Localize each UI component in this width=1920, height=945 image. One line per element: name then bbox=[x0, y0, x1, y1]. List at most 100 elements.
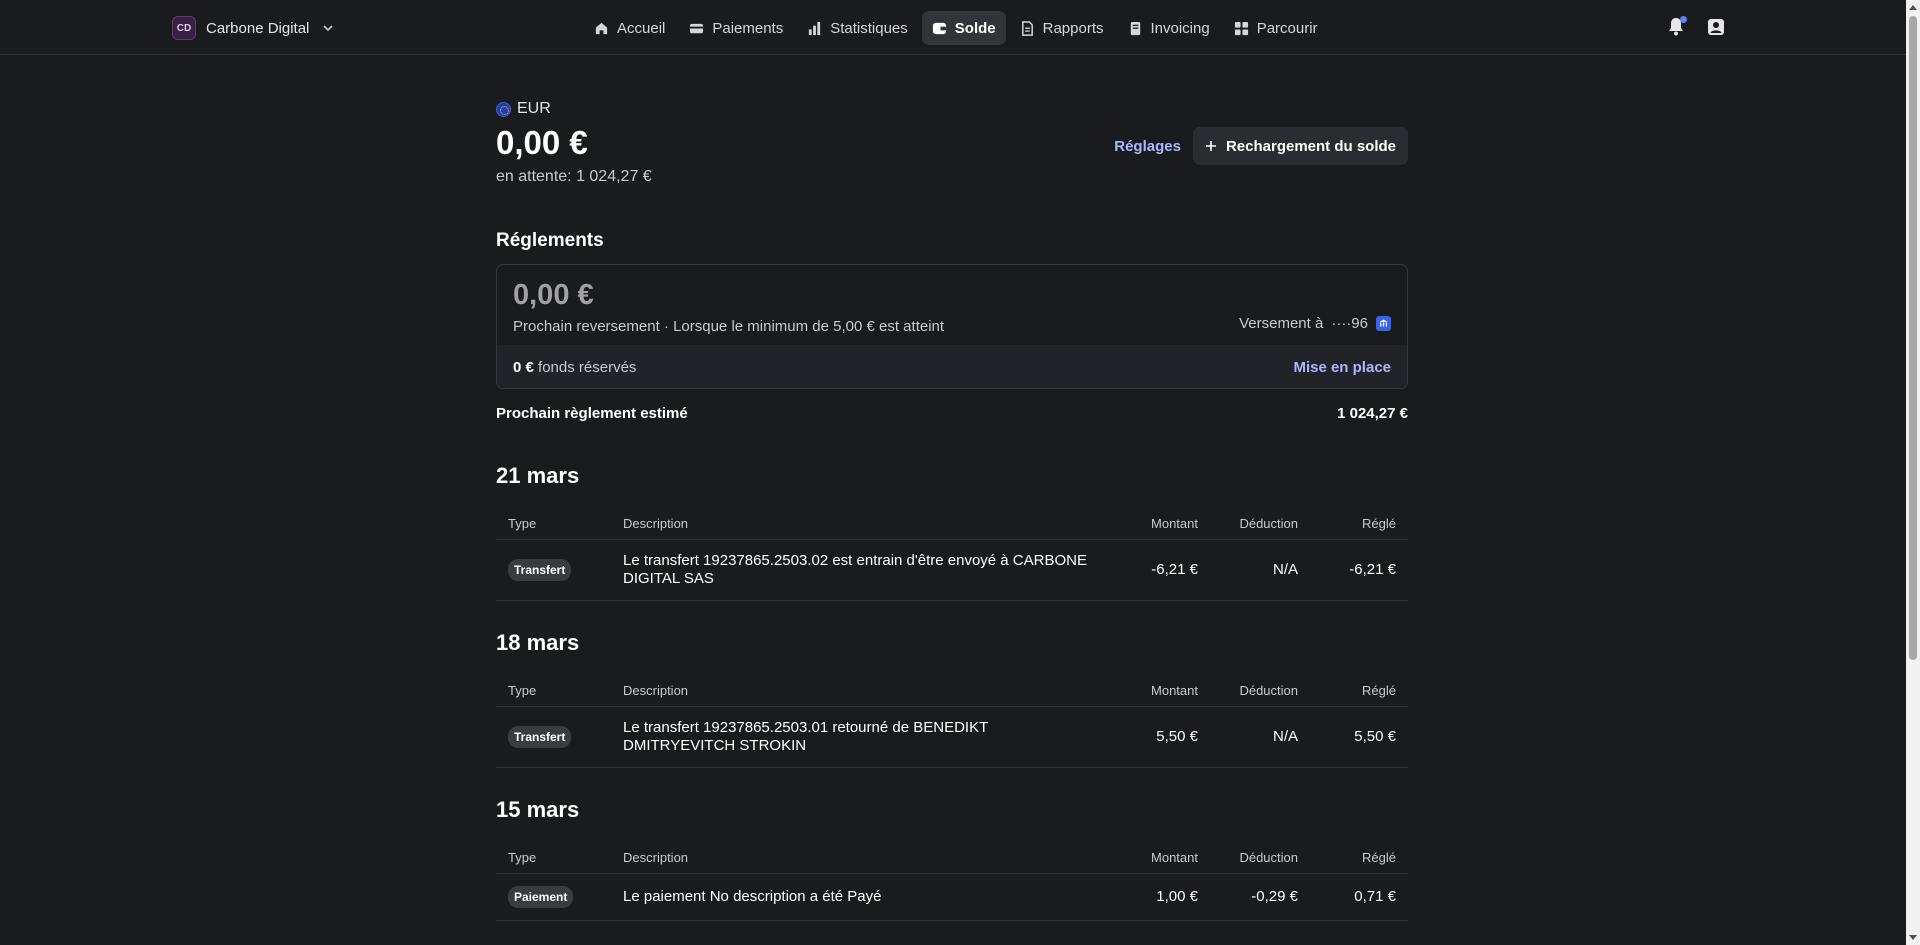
transaction-amount: 1,00 € bbox=[1111, 873, 1210, 921]
main-nav: Accueil Paiements Statistiques Solde Rap… bbox=[584, 11, 1328, 45]
scrollbar-thumb[interactable] bbox=[1909, 16, 1917, 660]
day-title: 18 mars bbox=[496, 630, 580, 655]
account-switcher[interactable]: CD Carbone Digital bbox=[172, 15, 333, 41]
nav-label: Rapports bbox=[1042, 19, 1104, 37]
bar-chart-icon bbox=[809, 21, 821, 35]
nav-item-invoicing[interactable]: Invoicing bbox=[1118, 11, 1220, 45]
transactions-table: Type Description Montant Déduction Réglé… bbox=[496, 676, 1408, 768]
reserved-funds-row: 0 € fonds réservés Mise en place bbox=[497, 345, 1407, 388]
account-avatar: CD bbox=[172, 16, 196, 40]
top-right-actions bbox=[1667, 16, 1725, 38]
column-header-type: Type bbox=[496, 509, 611, 540]
settings-link[interactable]: Réglages bbox=[1114, 138, 1181, 155]
wallet-icon bbox=[932, 22, 946, 34]
estimate-label: Prochain règlement estimé bbox=[496, 405, 688, 422]
reserved-amount: 0 € bbox=[513, 358, 534, 376]
transaction-deduction: -0,29 € bbox=[1210, 873, 1310, 921]
nav-label: Accueil bbox=[617, 19, 666, 37]
payout-to-label: Versement à bbox=[1239, 315, 1324, 332]
scroll-up-arrow-icon[interactable] bbox=[1909, 5, 1917, 10]
nav-item-statistiques[interactable]: Statistiques bbox=[797, 11, 918, 45]
day-title: 15 mars bbox=[496, 797, 580, 822]
payout-destination: Versement à ····96 bbox=[1239, 315, 1391, 332]
document-icon bbox=[1021, 20, 1033, 36]
payout-amount: 0,00 € bbox=[513, 279, 594, 311]
column-header-settled: Réglé bbox=[1310, 509, 1408, 540]
day-group: 18 mars Type Description Montant Déducti… bbox=[496, 630, 1408, 768]
column-header-description: Description bbox=[611, 843, 1111, 874]
notification-dot bbox=[1680, 16, 1687, 23]
type-badge: Transfert bbox=[508, 558, 572, 581]
payout-card: 0,00 € Prochain reversement · Lorsque le… bbox=[496, 264, 1408, 389]
user-profile-icon[interactable] bbox=[1707, 18, 1725, 36]
bank-icon bbox=[1376, 316, 1391, 331]
nav-label: Invoicing bbox=[1150, 19, 1210, 37]
transaction-deduction: N/A bbox=[1210, 706, 1310, 768]
transaction-amount: 5,50 € bbox=[1111, 706, 1210, 768]
currency-code: EUR bbox=[517, 100, 551, 117]
type-badge: Transfert bbox=[508, 725, 572, 748]
column-header-description: Description bbox=[611, 509, 1111, 540]
home-icon bbox=[595, 22, 608, 34]
top-navigation-bar: CD Carbone Digital Accueil Paiements Sta… bbox=[0, 0, 1906, 55]
transactions-table: Type Description Montant Déduction Réglé… bbox=[496, 509, 1408, 601]
reserved-funds: 0 € fonds réservés bbox=[513, 359, 636, 376]
column-header-deduction: Déduction bbox=[1210, 509, 1310, 540]
nav-item-solde[interactable]: Solde bbox=[921, 11, 1006, 45]
nav-item-paiements[interactable]: Paiements bbox=[679, 11, 793, 45]
estimate-value: 1 024,27 € bbox=[1337, 405, 1408, 422]
pending-amount: en attente: 1 024,27 € bbox=[496, 168, 652, 185]
nav-item-rapports[interactable]: Rapports bbox=[1010, 11, 1114, 45]
reglements-title: Réglements bbox=[496, 230, 604, 251]
nav-label: Paiements bbox=[712, 19, 784, 37]
nav-label: Statistiques bbox=[830, 19, 908, 37]
type-badge: Paiement bbox=[508, 885, 574, 908]
table-row[interactable]: Paiement Le paiement No description a ét… bbox=[496, 873, 1408, 921]
currency-label: EUR bbox=[496, 100, 1408, 118]
payments-icon bbox=[690, 23, 704, 33]
column-header-description: Description bbox=[611, 676, 1111, 707]
day-group: 15 mars Type Description Montant Déducti… bbox=[496, 797, 1408, 921]
invoice-icon bbox=[1130, 21, 1140, 35]
column-header-deduction: Déduction bbox=[1210, 676, 1310, 707]
grid-icon bbox=[1234, 21, 1248, 35]
transaction-settled: 0,71 € bbox=[1310, 873, 1408, 921]
column-header-settled: Réglé bbox=[1310, 676, 1408, 707]
vertical-scrollbar[interactable] bbox=[1906, 0, 1920, 945]
scroll-down-arrow-icon[interactable] bbox=[1909, 935, 1917, 940]
day-title: 21 mars bbox=[496, 463, 580, 488]
table-row[interactable]: Transfert Le transfert 19237865.2503.01 … bbox=[496, 706, 1408, 768]
column-header-amount: Montant bbox=[1111, 676, 1210, 707]
balance-actions: Réglages Rechargement du solde bbox=[1114, 127, 1408, 165]
transaction-description: Le transfert 19237865.2503.01 retourné d… bbox=[623, 718, 988, 754]
transaction-amount: -6,21 € bbox=[1111, 539, 1210, 601]
nav-label: Solde bbox=[954, 19, 996, 37]
eu-flag-icon bbox=[496, 101, 511, 117]
column-header-amount: Montant bbox=[1111, 843, 1210, 874]
column-header-type: Type bbox=[496, 843, 611, 874]
topup-balance-button[interactable]: Rechargement du solde bbox=[1192, 127, 1408, 165]
table-row[interactable]: Transfert Le transfert 19237865.2503.02 … bbox=[496, 539, 1408, 601]
column-header-deduction: Déduction bbox=[1210, 843, 1310, 874]
nav-item-accueil[interactable]: Accueil bbox=[584, 11, 675, 45]
transaction-description: Le paiement No description a été Payé bbox=[623, 887, 882, 905]
account-name: Carbone Digital bbox=[206, 19, 310, 37]
transaction-settled: -6,21 € bbox=[1310, 539, 1408, 601]
notifications-button[interactable] bbox=[1667, 16, 1687, 38]
next-settlement-estimate: Prochain règlement estimé 1 024,27 € bbox=[496, 405, 1408, 422]
column-header-type: Type bbox=[496, 676, 611, 707]
column-header-amount: Montant bbox=[1111, 509, 1210, 540]
topup-label: Rechargement du solde bbox=[1225, 137, 1396, 155]
transactions-table: Type Description Montant Déduction Réglé… bbox=[496, 843, 1408, 921]
plus-icon bbox=[1205, 141, 1216, 151]
transaction-settled: 5,50 € bbox=[1310, 706, 1408, 768]
balance-page: EUR 0,00 € en attente: 1 024,27 € Réglag… bbox=[496, 100, 1408, 921]
nav-item-parcourir[interactable]: Parcourir bbox=[1224, 11, 1328, 45]
nav-label: Parcourir bbox=[1256, 19, 1318, 37]
transaction-description: Le transfert 19237865.2503.02 est entrai… bbox=[623, 551, 1087, 587]
chevron-down-icon bbox=[323, 25, 333, 32]
transaction-deduction: N/A bbox=[1210, 539, 1310, 601]
column-header-settled: Réglé bbox=[1310, 843, 1408, 874]
day-group: 21 mars Type Description Montant Déducti… bbox=[496, 463, 1408, 601]
setup-link[interactable]: Mise en place bbox=[1293, 359, 1391, 376]
